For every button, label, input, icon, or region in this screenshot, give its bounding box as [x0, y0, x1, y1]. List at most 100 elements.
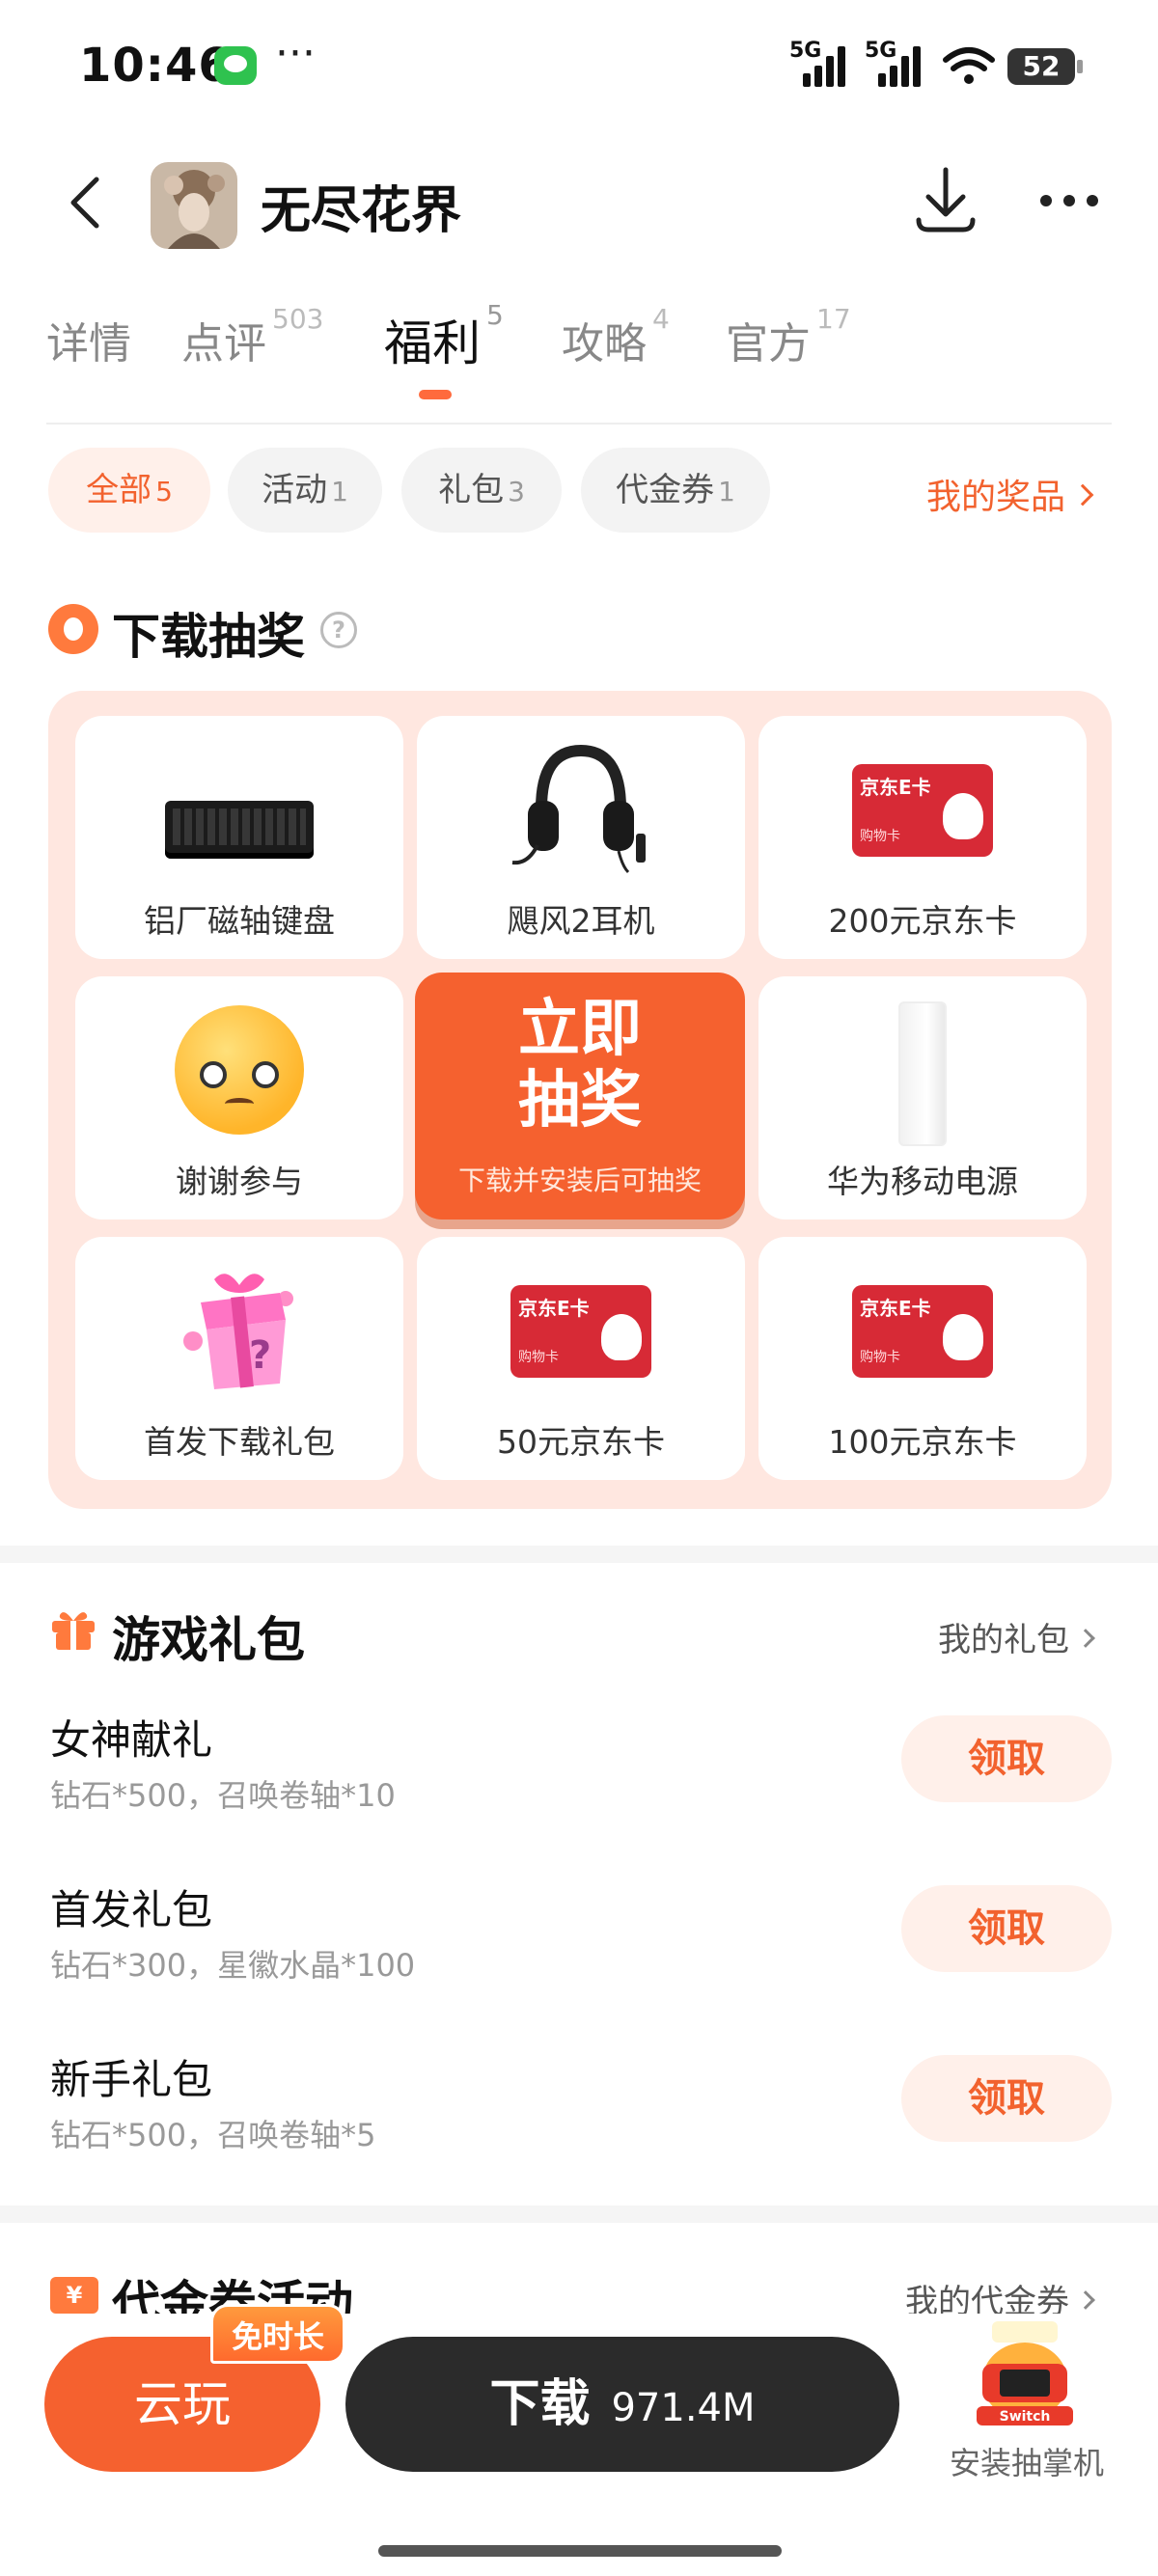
tab-benefits[interactable]: 福利 5 — [384, 299, 504, 374]
download-button[interactable]: 下载 971.4M — [345, 2337, 899, 2472]
gift-icon — [52, 1612, 95, 1650]
promo-label[interactable]: 安装抽掌机 — [950, 2439, 1104, 2483]
home-indicator[interactable] — [378, 2545, 782, 2557]
voucher-icon: ¥ — [50, 2277, 98, 2314]
prize-cell: 京东E卡 购物卡 200元京东卡 — [758, 716, 1087, 959]
tabs-divider — [46, 423, 1112, 425]
my-prizes-label: 我的奖品 — [926, 478, 1066, 517]
my-gifts-link[interactable]: 我的礼包 — [938, 1613, 1095, 1660]
back-arrow-icon[interactable] — [60, 174, 118, 232]
my-gifts-label: 我的礼包 — [938, 1621, 1069, 1659]
prize-cell: 飓风2耳机 — [417, 716, 745, 959]
keyboard-image — [165, 801, 314, 859]
tab-details[interactable]: 详情 — [46, 309, 131, 370]
jd-card-image: 京东E卡 购物卡 — [852, 764, 993, 857]
svg-text:Switch: Switch — [1000, 2409, 1051, 2425]
gift-pack-name: 新手礼包 — [50, 2056, 213, 2103]
tab-reviews[interactable]: 点评 503 — [181, 303, 323, 370]
sad-emoji-image — [175, 1005, 304, 1135]
claim-button[interactable]: 领取 — [901, 2055, 1112, 2142]
wifi-icon — [943, 47, 995, 84]
prize-cell: 华为移动电源 — [758, 976, 1087, 1219]
gift-pack-desc: 钻石*300，星徽水晶*100 — [50, 1947, 416, 1984]
jd-card-title: 京东E卡 — [860, 1297, 931, 1320]
prize-cell: ? 首发下载礼包 — [75, 1237, 403, 1480]
gift-pack-row: 首发礼包 钻石*300，星徽水晶*100 领取 — [50, 1877, 1112, 2013]
filter-chip-vouchers[interactable]: 代金券 1 — [581, 448, 770, 533]
lottery-board: 铝厂磁轴键盘 飓风2耳机 京东E卡 购物卡 200元京东卡 谢谢参与 立即 抽奖 — [48, 691, 1112, 1509]
lottery-icon — [48, 604, 98, 654]
signal-icon: 5G — [789, 39, 847, 87]
signal-type-label: 5G — [789, 39, 822, 63]
jd-card-image: 京东E卡 购物卡 — [510, 1285, 651, 1378]
gift-box-image: ? — [183, 1274, 293, 1389]
tab-label: 福利 — [384, 315, 481, 371]
gift-pack-name: 首发礼包 — [50, 1886, 213, 1933]
filter-chip-gifts[interactable]: 礼包 3 — [401, 448, 562, 533]
prize-cell: 京东E卡 购物卡 50元京东卡 — [417, 1237, 745, 1480]
app-avatar — [151, 162, 237, 249]
prize-label: 华为移动电源 — [827, 1163, 1018, 1200]
chip-label: 代金券 — [616, 471, 715, 509]
prize-label: 50元京东卡 — [497, 1423, 665, 1461]
jd-card-subtitle: 购物卡 — [860, 829, 900, 844]
filter-chip-all[interactable]: 全部 5 — [48, 448, 210, 533]
prize-label: 飓风2耳机 — [507, 902, 655, 940]
gift-pack-row: 女神献礼 钻石*500，召唤卷轴*10 领取 — [50, 1708, 1112, 1843]
draw-title-line: 立即 — [518, 994, 642, 1065]
draw-hint: 下载并安装后可抽奖 — [457, 1165, 702, 1196]
tab-count: 5 — [486, 299, 504, 331]
bottom-action-bar: 云玩 免时长 下载 971.4M Switch 安装抽掌机 — [0, 2304, 1158, 2576]
gift-pack-desc: 钻石*500，召唤卷轴*10 — [50, 1777, 396, 1814]
chip-label: 礼包 — [438, 471, 505, 509]
prize-label: 谢谢参与 — [176, 1163, 303, 1200]
tab-label: 点评 — [181, 319, 266, 369]
lottery-section-title: 下载抽奖 — [112, 609, 305, 665]
chip-count: 1 — [718, 476, 735, 507]
chip-label: 活动 — [262, 471, 328, 509]
tab-guides[interactable]: 攻略 4 — [562, 303, 670, 370]
app-title: 无尽花界 — [261, 182, 462, 240]
download-label: 下载 — [489, 2375, 591, 2433]
claim-button[interactable]: 领取 — [901, 1715, 1112, 1802]
gift-pack-desc: 钻石*500，召唤卷轴*5 — [50, 2117, 376, 2153]
tab-count: 503 — [272, 303, 324, 335]
active-tab-indicator — [419, 390, 452, 399]
headset-image — [511, 744, 646, 874]
prize-label: 100元京东卡 — [828, 1423, 1017, 1461]
my-prizes-link[interactable]: 我的奖品 — [926, 469, 1094, 519]
chevron-right-icon — [1076, 2289, 1095, 2310]
draw-now-button[interactable]: 立即 抽奖 下载并安装后可抽奖 — [415, 973, 745, 1219]
download-icon[interactable] — [913, 164, 979, 237]
tab-label: 官方 — [726, 319, 811, 369]
chip-count: 5 — [155, 476, 173, 507]
status-time: 10:46 — [79, 39, 232, 93]
status-bar: 10:46 ··· 5G 5G 52 — [0, 0, 1158, 135]
jd-card-subtitle: 购物卡 — [518, 1350, 559, 1365]
claim-button[interactable]: 领取 — [901, 1885, 1112, 1972]
draw-title-line: 抽奖 — [518, 1065, 642, 1137]
gift-pack-name: 女神献礼 — [50, 1716, 213, 1764]
more-options-icon[interactable] — [1038, 189, 1100, 212]
svg-text:?: ? — [249, 1333, 271, 1378]
jd-card-title: 京东E卡 — [518, 1297, 590, 1320]
handheld-console-promo-icon[interactable]: Switch — [967, 2314, 1083, 2429]
chip-count: 3 — [508, 476, 525, 507]
prize-label: 铝厂磁轴键盘 — [144, 902, 335, 940]
tab-count: 17 — [816, 303, 851, 335]
prize-label: 首发下载礼包 — [144, 1423, 335, 1461]
jd-card-title: 京东E卡 — [860, 776, 931, 799]
signal-type-label: 5G — [865, 39, 897, 63]
gift-pack-row: 新手礼包 钻石*500，召唤卷轴*5 领取 — [50, 2047, 1112, 2182]
filter-chip-events[interactable]: 活动 1 — [228, 448, 382, 533]
battery-indicator: 52 — [1007, 48, 1083, 85]
help-icon[interactable]: ? — [320, 612, 357, 648]
chevron-right-icon — [1071, 483, 1094, 507]
chip-label: 全部 — [86, 471, 152, 509]
draw-title: 立即 抽奖 — [415, 994, 745, 1137]
power-bank-image — [898, 1001, 947, 1146]
status-overflow: ··· — [275, 29, 316, 78]
section-divider — [0, 1546, 1158, 1563]
tab-official[interactable]: 官方 17 — [726, 303, 851, 370]
download-size: 971.4M — [611, 2386, 756, 2430]
